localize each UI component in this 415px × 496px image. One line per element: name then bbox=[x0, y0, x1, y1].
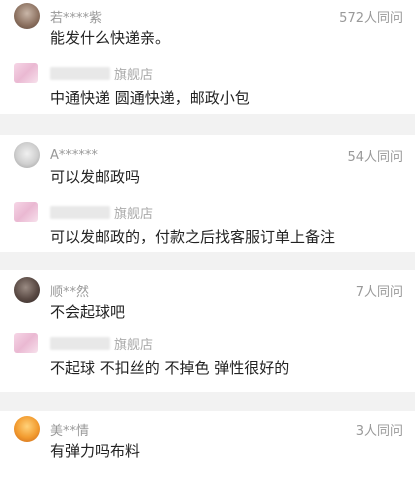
separator bbox=[0, 252, 415, 270]
question-text: 不会起球吧 bbox=[50, 303, 126, 321]
user-avatar bbox=[14, 277, 40, 303]
qa-card[interactable]: 若****紫 572人同问 能发什么快递亲。 旗舰店 中通快递 圆通快递，邮政小… bbox=[0, 0, 415, 114]
answer-header: 旗舰店 bbox=[14, 62, 403, 84]
ask-count: 3人同问 bbox=[355, 423, 403, 439]
question-text: 能发什么快递亲。 bbox=[50, 29, 171, 47]
qa-card[interactable]: 美**情 3人同问 有弹力吗布料 bbox=[0, 411, 415, 471]
answer-text: 可以发邮政的，付款之后找客服订单上备注 bbox=[50, 228, 336, 246]
shop-name-blurred bbox=[50, 205, 110, 219]
shop-name-blurred bbox=[50, 66, 110, 80]
question-header: 若****紫 572人同问 bbox=[14, 3, 403, 29]
user-name: 顺**然 bbox=[50, 284, 90, 300]
user-avatar bbox=[14, 142, 40, 168]
answer-header: 旗舰店 bbox=[14, 332, 403, 354]
qa-card[interactable]: A****** 54人同问 可以发邮政吗 旗舰店 可以发邮政的，付款之后找客服订… bbox=[0, 135, 415, 252]
user-avatar bbox=[14, 416, 40, 442]
answer-text: 中通快递 圆通快递，邮政小包 bbox=[50, 89, 250, 107]
user-name: A****** bbox=[50, 147, 98, 163]
separator bbox=[0, 114, 415, 135]
question-text: 可以发邮政吗 bbox=[50, 168, 141, 186]
question-text: 有弹力吗布料 bbox=[50, 442, 141, 460]
qa-card[interactable]: 顺**然 7人同问 不会起球吧 旗舰店 不起球 不扣丝的 不掉色 弹性很好的 bbox=[0, 270, 415, 392]
shop-avatar bbox=[14, 63, 38, 83]
user-name: 若****紫 bbox=[50, 10, 103, 26]
ask-count: 54人同问 bbox=[347, 149, 403, 165]
shop-avatar bbox=[14, 202, 38, 222]
answer-text: 不起球 不扣丝的 不掉色 弹性很好的 bbox=[50, 359, 290, 377]
question-header: 顺**然 7人同问 bbox=[14, 277, 403, 303]
shop-name-blurred bbox=[50, 336, 110, 350]
user-avatar bbox=[14, 3, 40, 29]
user-name: 美**情 bbox=[50, 423, 90, 439]
shop-label: 旗舰店 bbox=[114, 67, 154, 83]
question-header: 美**情 3人同问 bbox=[14, 416, 403, 442]
ask-count: 572人同问 bbox=[339, 10, 403, 26]
shop-label: 旗舰店 bbox=[114, 337, 154, 353]
shop-avatar bbox=[14, 333, 38, 353]
question-header: A****** 54人同问 bbox=[14, 142, 403, 168]
separator bbox=[0, 392, 415, 411]
answer-header: 旗舰店 bbox=[14, 201, 403, 223]
shop-label: 旗舰店 bbox=[114, 206, 154, 222]
ask-count: 7人同问 bbox=[355, 284, 403, 300]
